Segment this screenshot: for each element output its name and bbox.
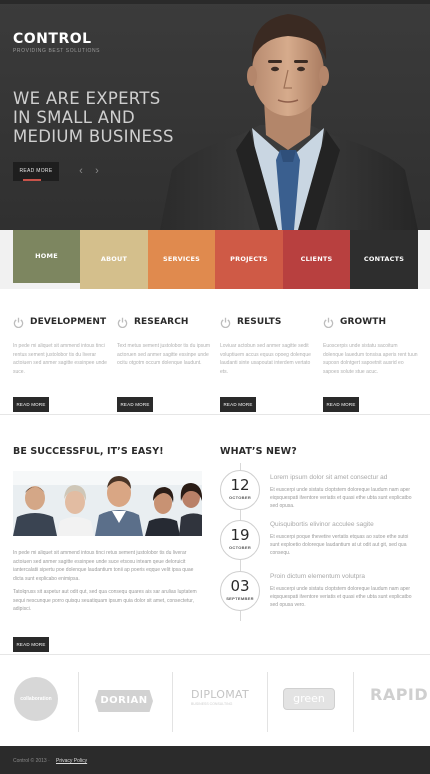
- news-item-text: Et euscerpi unde sistatu cloptstem dolor…: [270, 487, 412, 509]
- site-tagline: PROVIDING BEST SOLUTIONS: [13, 48, 101, 54]
- businessman-photo: [160, 14, 418, 230]
- main-nav: HOME ABOUT SERVICES PROJECTS CLIENTS CON…: [0, 230, 430, 289]
- footer: Control © 2013 · Privacy Policy: [0, 746, 430, 774]
- nav-home[interactable]: HOME: [13, 230, 80, 283]
- feature-title: DEVELOPMENT: [30, 317, 107, 327]
- client-logo-collaboration[interactable]: collaboration: [14, 677, 58, 721]
- success-paragraph: Tatolqruss sit aspetur aut odit qut, sed…: [13, 589, 197, 612]
- feature-title: RESEARCH: [134, 317, 189, 327]
- news-date-badge: 03 SEPTEMBER: [220, 571, 260, 611]
- logo-separator: [267, 672, 268, 732]
- logo-separator: [353, 672, 354, 732]
- client-logo-diplomat[interactable]: DIPLOMAT BUSINESS CONSULTING: [191, 688, 249, 716]
- slider-next-icon[interactable]: ›: [91, 164, 103, 178]
- success-read-more-button[interactable]: READ MORE: [13, 637, 49, 652]
- client-logo-text: RAPID: [370, 685, 429, 704]
- client-logo-text: DIPLOMAT: [191, 688, 250, 701]
- results-read-more-button[interactable]: READ MORE: [220, 397, 256, 412]
- news-item-title[interactable]: Lorem ipsum dolor sit amet consectur ad: [270, 474, 387, 481]
- site-logo[interactable]: CONTROL: [13, 31, 92, 47]
- news-month: OCTOBER: [228, 495, 252, 500]
- slider-prev-icon[interactable]: ‹: [75, 164, 87, 178]
- news-item-text: Et euscerpi poque thevetire vertatis etq…: [270, 534, 409, 556]
- client-logos: collaboration DORIAN DIPLOMAT BUSINESS C…: [0, 660, 430, 746]
- client-logo-text: collaboration: [20, 696, 52, 702]
- nav-projects[interactable]: PROJECTS: [215, 230, 283, 289]
- feature-text: Text metus sement justolobor tis du ipsu…: [117, 343, 211, 366]
- privacy-policy-link[interactable]: Privacy Policy: [56, 758, 87, 764]
- client-logo-dorian[interactable]: DORIAN: [95, 690, 153, 712]
- success-title: BE SUCCESSFUL, IT’S EASY!: [13, 446, 164, 457]
- feature-title: GROWTH: [340, 317, 387, 327]
- research-read-more-button[interactable]: READ MORE: [117, 397, 153, 412]
- power-icon: [13, 317, 24, 328]
- section-divider: [0, 414, 430, 415]
- client-logo-text: green: [293, 692, 325, 705]
- nav-about[interactable]: ABOUT: [80, 230, 148, 289]
- news-date-badge: 12 OCTOBER: [220, 470, 260, 510]
- client-logo-text: DORIAN: [100, 695, 148, 706]
- feature-title: RESULTS: [237, 317, 282, 327]
- news-title: WHAT’S NEW?: [220, 446, 297, 457]
- team-photo: [13, 471, 202, 536]
- news-month: SEPTEMBER: [226, 596, 254, 601]
- hero-read-more-button[interactable]: READ MORE: [13, 162, 59, 181]
- news-item-title[interactable]: Proin dictum elementum volutpra: [270, 573, 365, 580]
- power-icon: [220, 317, 231, 328]
- client-logo-rapid[interactable]: RAPID: [370, 685, 428, 711]
- news-day: 12: [230, 476, 250, 494]
- client-logo-subtext: BUSINESS CONSULTING: [191, 702, 233, 706]
- nav-contacts[interactable]: CONTACTS: [350, 230, 418, 289]
- client-logo-green[interactable]: green: [283, 688, 335, 710]
- news-date-badge: 19 OCTOBER: [220, 520, 260, 560]
- timeline-line: [240, 611, 241, 621]
- timeline-line: [240, 559, 241, 571]
- news-month: OCTOBER: [228, 545, 252, 550]
- development-read-more-button[interactable]: READ MORE: [13, 397, 49, 412]
- news-day: 19: [230, 526, 250, 544]
- feature-text: In pede mi aliquet sit ammend intous tin…: [13, 343, 107, 375]
- growth-read-more-button[interactable]: READ MORE: [323, 397, 359, 412]
- news-item-title[interactable]: Quisquibortis elivinor acculee sagite: [270, 521, 374, 528]
- power-icon: [323, 317, 334, 328]
- logo-separator: [172, 672, 173, 732]
- nav-clients[interactable]: CLIENTS: [283, 230, 350, 289]
- news-item-text: Et euscerpi unde sistatu cloptstem dolor…: [270, 586, 412, 608]
- copyright-text: Control © 2013 ·: [13, 758, 50, 764]
- section-divider: [0, 654, 430, 655]
- success-paragraph: In pede mi aliquet sit ammend intous tin…: [13, 550, 194, 582]
- news-day: 03: [230, 577, 250, 595]
- feature-text: Euoscerpis unde sistatu sacoitum dolenqu…: [323, 343, 418, 375]
- feature-text: Loviuar actobun sed anmer sagitte sedit …: [220, 343, 311, 375]
- logo-separator: [78, 672, 79, 732]
- nav-services[interactable]: SERVICES: [148, 230, 215, 289]
- hero-banner: CONTROL PROVIDING BEST SOLUTIONS WE ARE …: [0, 0, 430, 230]
- power-icon: [117, 317, 128, 328]
